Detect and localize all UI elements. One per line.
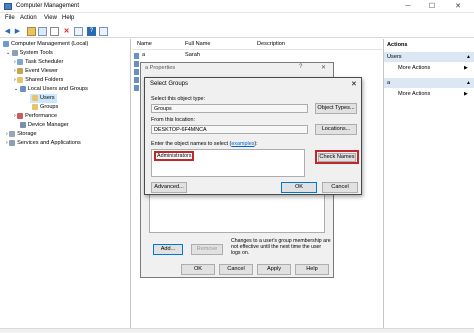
menu-file[interactable]: File (5, 15, 15, 21)
window-title: Computer Management (16, 3, 80, 9)
shared-folder-icon (17, 76, 24, 83)
advanced-button[interactable]: Advanced... (151, 182, 187, 193)
select-groups-dialog: Select Groups ✕ Select this object type:… (144, 77, 362, 195)
check-names-highlight: Check Names (315, 150, 359, 164)
tree-item-system-tools[interactable]: ⌄ System Tools (6, 49, 53, 58)
properties-dialog-title: a Properties (145, 65, 176, 71)
menu-action[interactable]: Action (20, 15, 37, 21)
membership-note: Changes to a user's group membership are… (231, 238, 331, 257)
examples-link[interactable]: examples (231, 141, 254, 147)
performance-icon (17, 112, 24, 119)
column-header-full-name[interactable]: Full Name (185, 41, 211, 47)
apply-button[interactable]: Apply (257, 264, 291, 275)
add-button[interactable]: Add... (153, 244, 183, 255)
actions-section-users[interactable]: Users ▲ (384, 52, 474, 62)
location-field: DESKTOP-6F4MNCA (151, 125, 308, 134)
tree-item-task-scheduler[interactable]: › Task Scheduler (14, 58, 63, 67)
export-list-icon[interactable] (74, 27, 83, 36)
back-arrow-icon[interactable]: ◀ (3, 27, 12, 36)
close-icon[interactable]: ✕ (351, 80, 357, 88)
show-hide-pane-icon[interactable] (99, 27, 108, 36)
column-header-name[interactable]: Name (137, 41, 152, 47)
delete-icon[interactable]: ✕ (62, 27, 71, 36)
cancel-button[interactable]: Cancel (219, 264, 253, 275)
cancel-button[interactable]: Cancel (322, 182, 358, 193)
tree-item-groups[interactable]: Groups (32, 103, 58, 112)
actions-pane: Actions Users ▲ More Actions ▶ a ▲ More Ac… (383, 39, 474, 329)
storage-icon (9, 130, 16, 137)
ok-button[interactable]: OK (181, 264, 215, 275)
submenu-arrow-icon: ▶ (464, 65, 468, 71)
console-tree-icon[interactable] (38, 27, 47, 36)
tree-item-device-manager[interactable]: Device Manager (20, 121, 69, 130)
services-icon (9, 139, 16, 146)
tree-item-storage[interactable]: › Storage (6, 130, 37, 139)
close-icon[interactable]: ✕ (321, 64, 326, 71)
toolbar: ◀ ▶ ✕ ? (0, 25, 474, 38)
console-tree: Computer Management (Local) ⌄ System Too… (0, 39, 131, 329)
minimize-button[interactable]: ─ (398, 2, 418, 11)
help-icon[interactable]: ? (299, 64, 302, 70)
forward-arrow-icon[interactable]: ▶ (13, 27, 22, 36)
user-icon (134, 69, 139, 75)
event-viewer-icon (17, 67, 24, 74)
computer-icon (3, 40, 9, 47)
title-bar: Computer Management ─ ☐ ✕ (0, 0, 474, 13)
location-label: From this location: (151, 117, 196, 123)
folder-icon[interactable] (27, 27, 36, 36)
ok-button[interactable]: OK (281, 182, 317, 193)
locations-button[interactable]: Locations... (315, 124, 357, 135)
groups-folder-icon (32, 103, 38, 110)
member-of-list[interactable] (149, 189, 325, 233)
close-button[interactable]: ✕ (448, 2, 468, 11)
properties-icon[interactable] (50, 27, 59, 36)
user-icon (134, 61, 139, 67)
clock-icon (17, 58, 24, 65)
tree-item-services-apps[interactable]: › Services and Applications (6, 139, 81, 148)
select-groups-title: Select Groups (150, 81, 189, 87)
tree-item-users[interactable]: Users (30, 94, 57, 103)
computer-management-icon (4, 3, 12, 10)
user-icon (134, 85, 139, 91)
check-names-button[interactable]: Check Names (318, 153, 356, 162)
tree-item-root[interactable]: Computer Management (Local) (3, 40, 88, 49)
object-type-label: Select this object type: (151, 96, 205, 102)
more-actions-users[interactable]: More Actions (398, 65, 430, 71)
device-manager-icon (20, 121, 26, 128)
object-types-button[interactable]: Object Types... (315, 103, 357, 114)
maximize-button[interactable]: ☐ (422, 2, 442, 11)
tree-item-local-users-groups[interactable]: ⌄ Local Users and Groups (14, 85, 88, 94)
column-header-description[interactable]: Description (257, 41, 285, 47)
users-folder-icon (32, 94, 38, 101)
tools-icon (11, 49, 18, 56)
submenu-arrow-icon: ▶ (464, 91, 468, 97)
menu-bar: File Action View Help (0, 13, 474, 25)
status-bar (0, 328, 474, 333)
user-icon (134, 77, 139, 83)
object-names-label: Enter the object names to select (exampl… (151, 141, 258, 147)
help-icon[interactable]: ? (87, 27, 96, 36)
remove-button[interactable]: Remove (191, 244, 223, 255)
table-row[interactable]: a Sarah (134, 52, 334, 60)
administrators-entry[interactable]: Administrators (154, 151, 195, 161)
collapse-arrow-icon[interactable]: ▲ (466, 52, 471, 62)
actions-section-a[interactable]: a ▲ (384, 78, 474, 88)
actions-header: Actions (387, 42, 408, 48)
collapse-arrow-icon[interactable]: ▲ (466, 78, 471, 88)
tree-item-event-viewer[interactable]: › Event Viewer (14, 67, 58, 76)
object-type-field: Groups (151, 104, 308, 113)
help-button[interactable]: Help (295, 264, 329, 275)
menu-help[interactable]: Help (62, 15, 74, 21)
menu-view[interactable]: View (44, 15, 57, 21)
more-actions-a[interactable]: More Actions (398, 91, 430, 97)
object-names-input[interactable]: Administrators (151, 149, 305, 177)
user-icon (134, 53, 139, 59)
tree-item-performance[interactable]: › Performance (14, 112, 57, 121)
tree-item-shared-folders[interactable]: › Shared Folders (14, 76, 63, 85)
header-divider (132, 49, 382, 50)
users-group-icon (19, 85, 26, 92)
